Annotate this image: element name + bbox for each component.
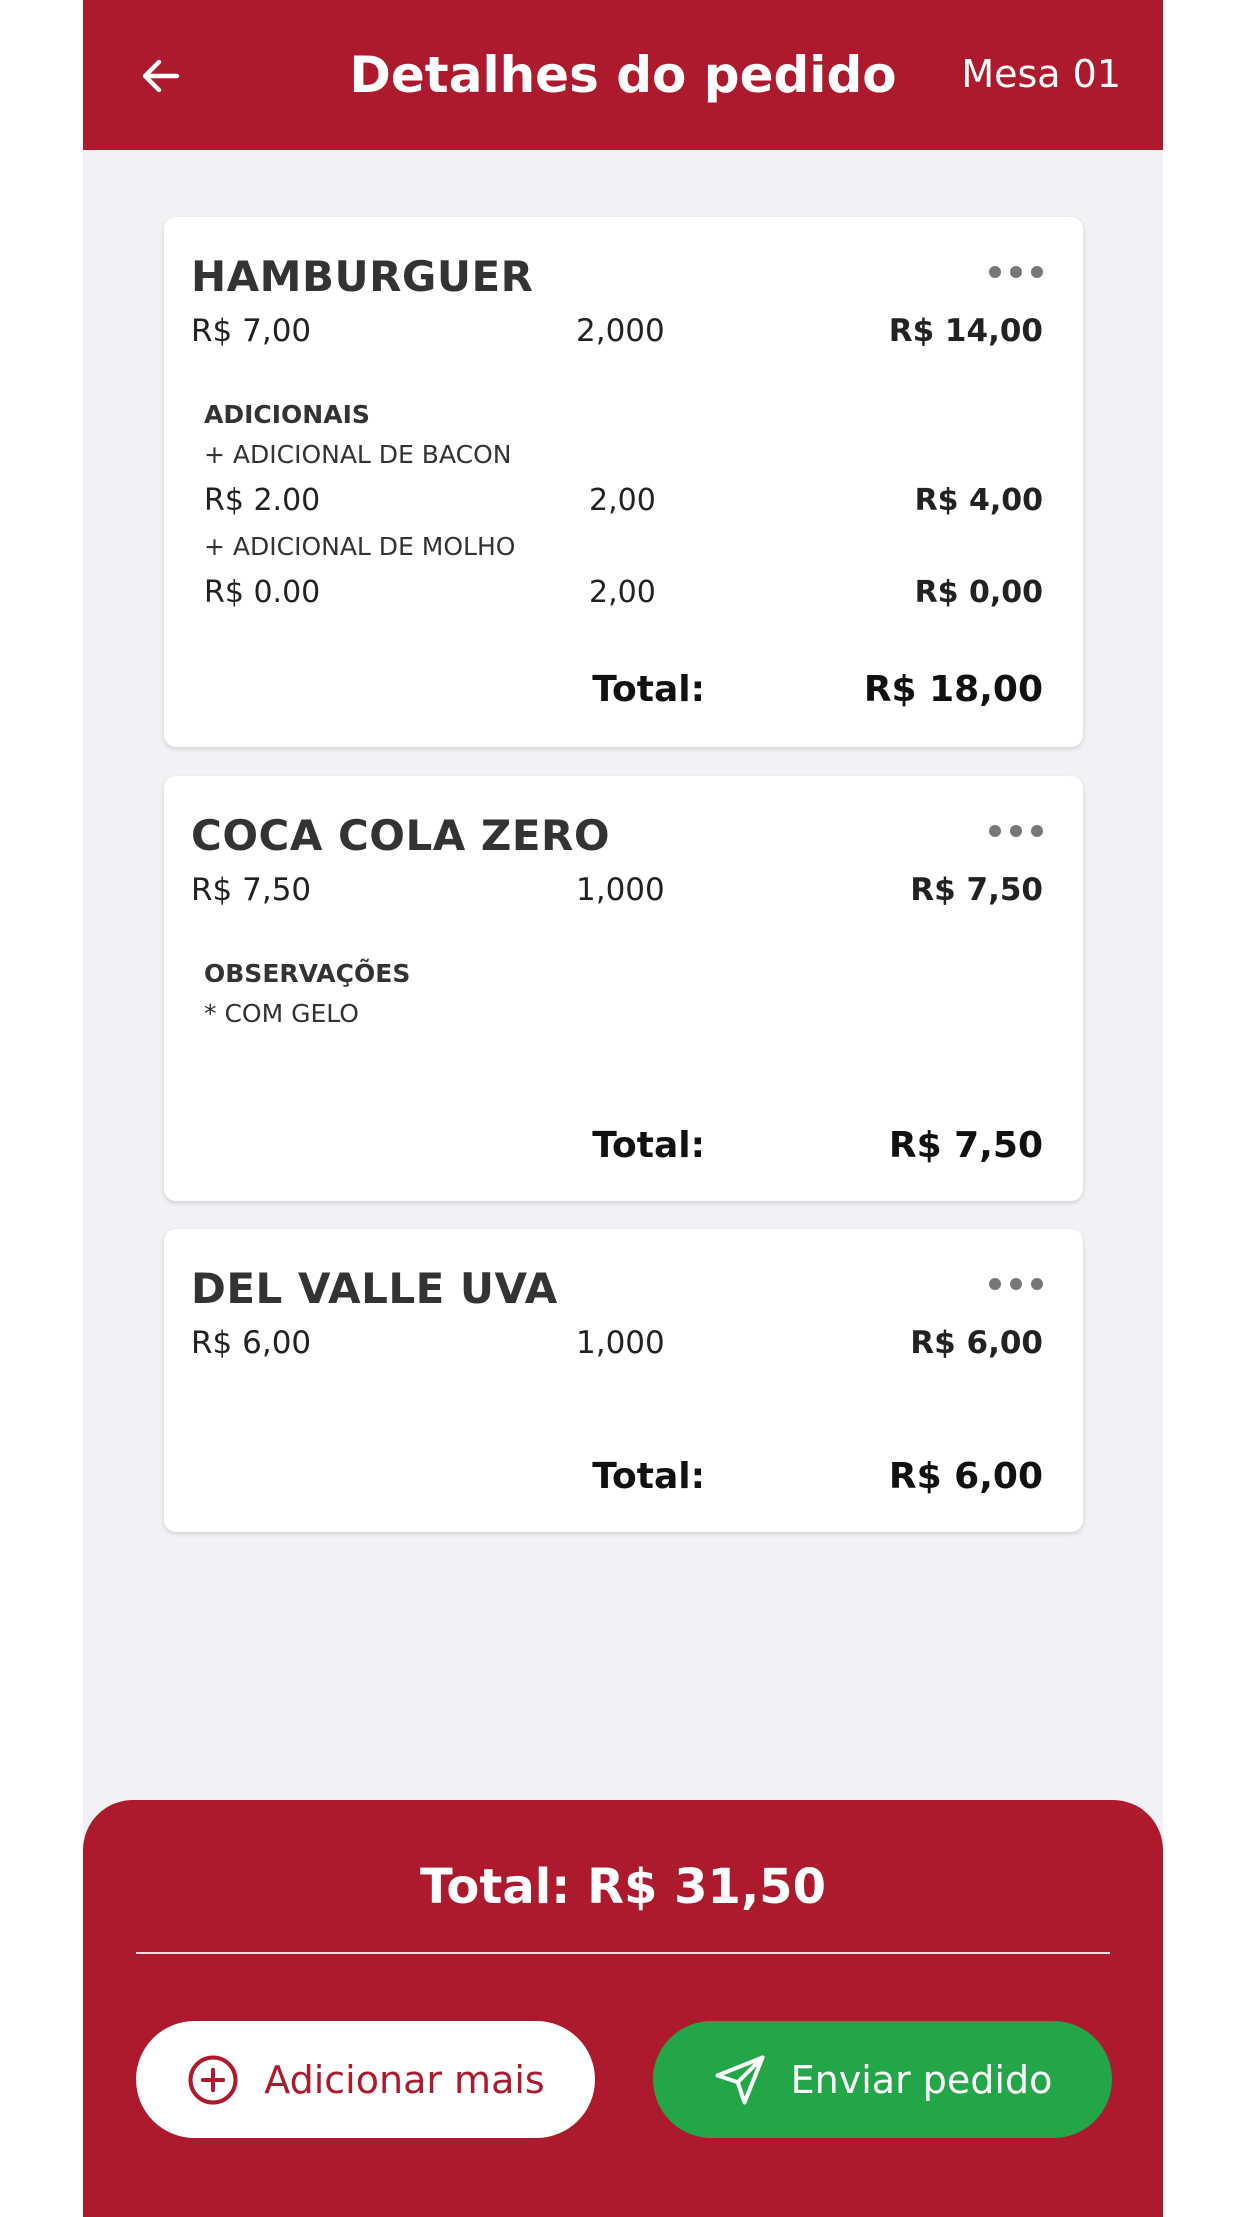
order-footer: Total: R$ 31,50 Adicionar mais Enviar pe… (83, 1800, 1163, 2217)
item-total-value: R$ 6,00 (888, 1456, 1043, 1497)
item-total-label: Total: (592, 669, 705, 710)
item-total-label: Total: (592, 1456, 705, 1497)
send-icon (713, 2053, 767, 2107)
footer-divider (136, 1952, 1110, 1954)
plus-circle-icon (186, 2053, 240, 2107)
more-horizontal-icon (989, 1278, 1043, 1290)
item-name: DEL VALLE UVA (191, 1264, 558, 1313)
item-unit-price: R$ 7,50 (191, 872, 312, 908)
send-order-button[interactable]: Enviar pedido (653, 2021, 1112, 2138)
more-horizontal-icon (989, 266, 1043, 278)
extras-label: ADICIONAIS (204, 400, 370, 429)
extra-total: R$ 4,00 (914, 483, 1043, 518)
extras-section: ADICIONAIS + ADICIONAL DE BACON R$ 2.00 … (204, 395, 1043, 619)
extra-price-row: R$ 0.00 2,00 R$ 0,00 (204, 567, 1043, 619)
item-total-value: R$ 18,00 (863, 669, 1043, 710)
extra-price-row: R$ 2.00 2,00 R$ 4,00 (204, 475, 1043, 527)
extra-name: + ADICIONAL DE MOLHO (204, 532, 516, 561)
item-more-button[interactable] (989, 1269, 1043, 1299)
order-item-card: COCA COLA ZERO R$ 7,50 1,000 R$ 7,50 OBS… (164, 776, 1083, 1201)
item-quantity: 1,000 (576, 1325, 665, 1361)
add-more-label: Adicionar mais (264, 2057, 545, 2102)
app-screen: Detalhes do pedido Mesa 01 HAMBURGUER R$… (83, 0, 1163, 2217)
app-header: Detalhes do pedido Mesa 01 (83, 0, 1163, 150)
order-item-card: HAMBURGUER R$ 7,00 2,000 R$ 14,00 ADICIO… (164, 217, 1083, 747)
item-subtotal: R$ 6,00 (910, 1325, 1043, 1361)
order-item-card: DEL VALLE UVA R$ 6,00 1,000 R$ 6,00 Tota… (164, 1229, 1083, 1532)
item-unit-price: R$ 7,00 (191, 313, 312, 349)
table-label: Mesa 01 (961, 52, 1121, 96)
extra-total: R$ 0,00 (914, 575, 1043, 610)
item-more-button[interactable] (989, 257, 1043, 287)
extra-price: R$ 2.00 (204, 483, 321, 518)
add-more-button[interactable]: Adicionar mais (136, 2021, 595, 2138)
send-order-label: Enviar pedido (790, 2057, 1053, 2102)
item-quantity: 1,000 (576, 872, 665, 908)
item-total-label: Total: (592, 1125, 705, 1166)
item-name: COCA COLA ZERO (191, 811, 611, 860)
item-price-row: R$ 6,00 1,000 R$ 6,00 (191, 1321, 1043, 1365)
more-horizontal-icon (989, 825, 1043, 837)
notes-section: OBSERVAÇÕES * COM GELO (204, 954, 1043, 1034)
item-unit-price: R$ 6,00 (191, 1325, 312, 1361)
item-total-row: Total: R$ 7,50 (191, 1121, 1043, 1171)
item-more-button[interactable] (989, 816, 1043, 846)
grand-total: Total: R$ 31,50 (420, 1859, 826, 1915)
extra-price: R$ 0.00 (204, 575, 321, 610)
item-total-value: R$ 7,50 (888, 1125, 1043, 1166)
item-price-row: R$ 7,50 1,000 R$ 7,50 (191, 868, 1043, 912)
item-total-row: Total: R$ 6,00 (191, 1452, 1043, 1502)
item-total-row: Total: R$ 18,00 (191, 665, 1043, 715)
item-price-row: R$ 7,00 2,000 R$ 14,00 (191, 309, 1043, 353)
item-subtotal: R$ 14,00 (888, 313, 1043, 349)
item-name: HAMBURGUER (191, 252, 534, 301)
extra-quantity: 2,00 (589, 483, 656, 518)
note-text: * COM GELO (204, 999, 359, 1028)
extra-quantity: 2,00 (589, 575, 656, 610)
item-subtotal: R$ 7,50 (910, 872, 1043, 908)
item-quantity: 2,000 (576, 313, 665, 349)
extra-name: + ADICIONAL DE BACON (204, 440, 512, 469)
notes-label: OBSERVAÇÕES (204, 959, 411, 988)
